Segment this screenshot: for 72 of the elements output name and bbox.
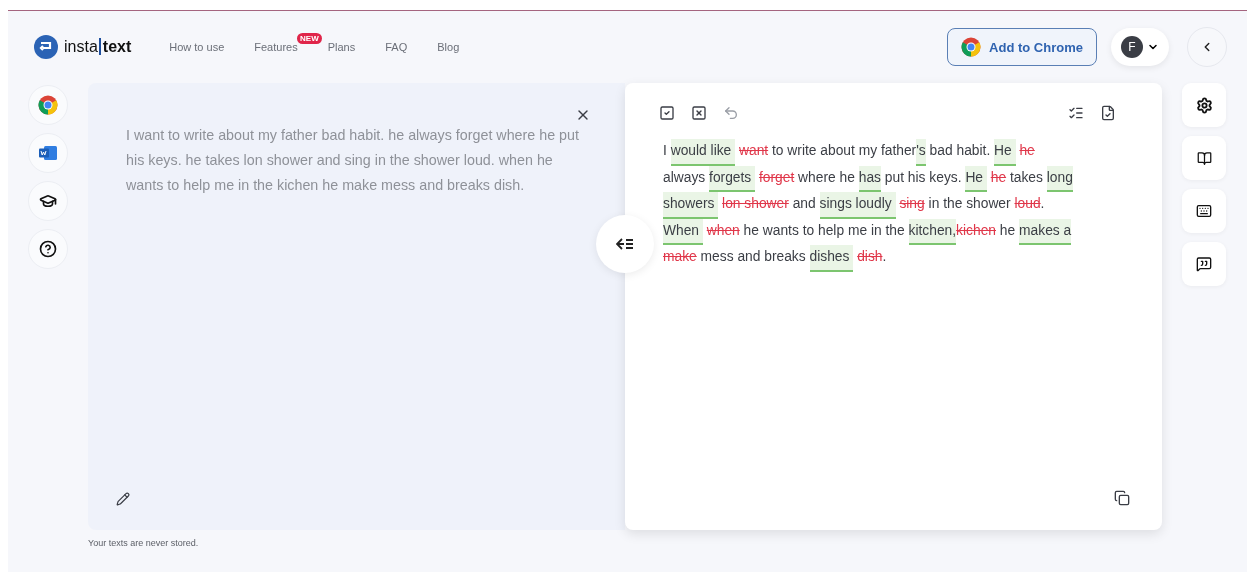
- deleted-text[interactable]: when: [706, 218, 740, 243]
- text-run: always: [663, 168, 706, 187]
- copy-button[interactable]: [1112, 488, 1132, 508]
- keyboard-icon: [1196, 203, 1212, 219]
- nav-link[interactable]: Plans: [327, 41, 356, 53]
- accept-all-button[interactable]: [657, 103, 677, 123]
- chrome-icon: [961, 37, 982, 57]
- avatar: F: [1121, 36, 1143, 58]
- text-run: takes: [1009, 168, 1043, 187]
- text-run: to write about my father: [772, 142, 917, 160]
- deleted-text[interactable]: make: [663, 245, 697, 270]
- nav-link[interactable]: How to use: [169, 41, 225, 53]
- text-run: and: [792, 195, 816, 213]
- keyboard-button[interactable]: [1182, 189, 1226, 233]
- text-run: mess and breaks: [700, 248, 806, 266]
- text-run: where he: [798, 168, 855, 187]
- suggested-text[interactable]: 's: [916, 139, 926, 166]
- text-run: bad habit.: [929, 142, 991, 160]
- suggested-text[interactable]: showers: [663, 192, 719, 219]
- arrow-lines-icon: [616, 237, 634, 251]
- chrome-icon: [38, 95, 58, 115]
- deleted-text[interactable]: forget: [758, 165, 795, 190]
- text-run: he wants to help me in the: [743, 221, 905, 240]
- settings-icon: [1195, 96, 1213, 114]
- nav-link[interactable]: Features: [254, 41, 298, 53]
- quote-bubble-icon: [1196, 256, 1212, 272]
- dictionary-button[interactable]: [1182, 136, 1226, 180]
- suggested-text[interactable]: He: [965, 165, 987, 192]
- education-button[interactable]: [28, 181, 68, 221]
- logo-wordmark: insta text: [64, 38, 132, 56]
- pencil-button[interactable]: [114, 490, 132, 508]
- chrome-extension-button[interactable]: [28, 85, 68, 125]
- add-to-chrome-button[interactable]: Add to Chrome: [947, 28, 1097, 66]
- account-menu-button[interactable]: F: [1111, 28, 1169, 66]
- settings-button[interactable]: [1182, 83, 1226, 127]
- input-text[interactable]: I want to write about my father bad habit. he always forget where he put his keys. he takes lon shower and sing in the shower loud. when he wants to help me in the kichen he make mess and breaks dish.: [126, 123, 585, 198]
- new-badge: NEW: [297, 33, 322, 44]
- suggested-text[interactable]: He: [994, 139, 1016, 166]
- logo-icon: [34, 35, 58, 59]
- suggested-text[interactable]: forgets: [709, 165, 756, 192]
- deleted-text[interactable]: sing: [899, 192, 925, 217]
- book-icon: [1196, 150, 1212, 166]
- reject-all-button[interactable]: [689, 103, 709, 123]
- suggested-text[interactable]: When: [663, 218, 703, 245]
- graduation-cap-icon: [39, 192, 57, 210]
- feedback-button[interactable]: [1182, 242, 1226, 286]
- deleted-text[interactable]: kichen: [956, 218, 996, 243]
- suggested-text[interactable]: kitchen,: [908, 218, 957, 245]
- suggested-text[interactable]: makes a: [1019, 218, 1072, 245]
- help-button[interactable]: [28, 229, 68, 269]
- suggested-text[interactable]: sings loudly: [819, 192, 896, 219]
- text-run: I: [663, 142, 667, 160]
- suggested-text[interactable]: has: [858, 165, 881, 192]
- privacy-note: Your texts are never stored.: [88, 538, 200, 548]
- deleted-text[interactable]: he: [1019, 139, 1035, 164]
- deleted-text[interactable]: want: [739, 139, 769, 164]
- word-addin-button[interactable]: [28, 133, 68, 173]
- nav-link[interactable]: Blog: [437, 41, 460, 53]
- deleted-text[interactable]: lon shower: [722, 192, 789, 217]
- suggested-text[interactable]: would like: [670, 139, 736, 166]
- word-icon: [39, 145, 57, 161]
- text-run: he: [999, 221, 1016, 240]
- deleted-text[interactable]: loud: [1014, 192, 1041, 217]
- nav-link[interactable]: FAQ: [385, 41, 408, 53]
- text-run: .: [1040, 195, 1045, 213]
- suggested-text[interactable]: long: [1046, 165, 1073, 192]
- suggested-text[interactable]: dishes: [809, 245, 854, 272]
- help-icon: [39, 240, 57, 258]
- text-run: in the shower: [928, 195, 1011, 213]
- text-run: put his keys.: [884, 168, 962, 187]
- text-run: .: [882, 248, 887, 266]
- deleted-text[interactable]: he: [990, 165, 1007, 190]
